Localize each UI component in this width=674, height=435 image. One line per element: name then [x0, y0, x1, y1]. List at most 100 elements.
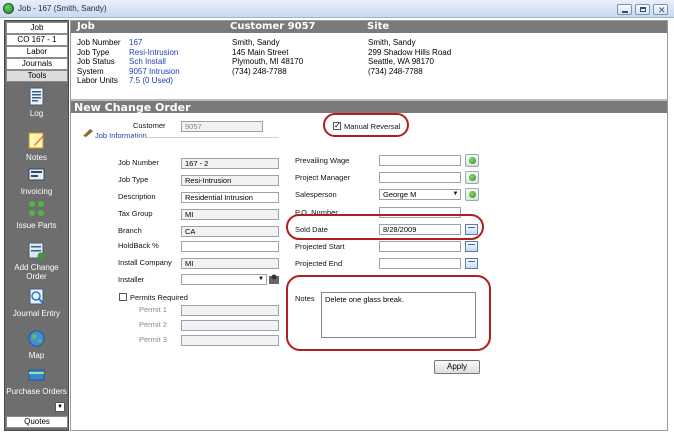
job-information-link[interactable]: Job Information: [95, 131, 147, 140]
permit-3-label: Permit 3: [139, 335, 167, 344]
manual-reversal-highlight: [323, 113, 409, 137]
job-number-field[interactable]: 167 - 2: [181, 158, 279, 169]
description-field-label: Description: [118, 192, 156, 201]
customer-field[interactable]: 9057: [181, 121, 263, 132]
install-company-field[interactable]: MI: [181, 258, 279, 269]
permits-required-label: Permits Required: [130, 293, 188, 302]
salesperson-label: Salesperson: [295, 190, 337, 199]
tab-labor[interactable]: Labor: [6, 46, 68, 58]
permit-2-field[interactable]: [181, 320, 279, 331]
site-address: 299 Shadow Hills Road: [368, 47, 452, 57]
log-icon: [29, 87, 44, 106]
projected-end-calendar-icon[interactable]: [465, 258, 478, 269]
install-company-field-label: Install Company: [118, 258, 172, 267]
tax-group-field[interactable]: MI: [181, 209, 279, 220]
branch-field-label: Branch: [118, 226, 142, 235]
add-change-order-icon: [28, 242, 45, 260]
sidebar-item-issue-parts[interactable]: Issue Parts: [5, 197, 68, 243]
job-type-field[interactable]: Resi-Intrusion: [181, 175, 279, 186]
installer-select[interactable]: [181, 274, 267, 285]
labor-units-value[interactable]: 7.5 (0 Used): [129, 76, 180, 86]
sidebar-scroll-down-button[interactable]: ▼: [55, 402, 65, 412]
salesperson-lookup-button[interactable]: [465, 188, 479, 201]
projected-start-field[interactable]: [379, 241, 461, 252]
customer-info: Smith, Sandy 145 Main Street Plymouth, M…: [232, 38, 303, 76]
job-header-title: Job: [77, 21, 95, 32]
projected-end-label: Projected End: [295, 259, 343, 268]
sidebar: Job CO 167 - 1 Labor Journals Tools Log …: [4, 20, 69, 431]
apply-button[interactable]: Apply: [434, 360, 480, 374]
holdback-field-label: HoldBack %: [118, 241, 159, 250]
tab-quotes[interactable]: Quotes: [6, 416, 68, 428]
site-phone: (734) 248-7788: [368, 66, 423, 76]
job-number-value[interactable]: 167: [129, 38, 180, 48]
job-info-values: 167 Resi-Intrusion Sch Install 9057 Intr…: [129, 38, 180, 86]
project-manager-lookup-button[interactable]: [465, 171, 479, 184]
tab-tools[interactable]: Tools: [6, 70, 68, 82]
job-status-label: Job Status: [77, 57, 115, 66]
prevailing-wage-field[interactable]: [379, 155, 461, 166]
sidebar-item-issue-parts-label: Issue Parts: [16, 221, 57, 230]
holdback-field[interactable]: [181, 241, 279, 252]
section-title: New Change Order: [71, 99, 667, 114]
sidebar-item-add-change-order[interactable]: Add Change Order: [5, 239, 68, 285]
globe-icon: [28, 330, 45, 347]
projected-start-calendar-icon[interactable]: [465, 241, 478, 252]
customer-name: Smith, Sandy: [232, 38, 280, 47]
prevailing-wage-label: Prevailing Wage: [295, 156, 350, 165]
sidebar-item-purchase-orders-label: Purchase Orders: [6, 387, 67, 396]
tab-change-order[interactable]: CO 167 - 1: [6, 34, 68, 46]
close-button[interactable]: ✕: [653, 4, 668, 15]
project-manager-field[interactable]: [379, 172, 461, 183]
sidebar-item-notes-label: Notes: [26, 153, 47, 162]
permit-1-field[interactable]: [181, 305, 279, 316]
system-value[interactable]: 9057 Intrusion: [129, 67, 180, 77]
installer-dropdown-arrow-icon[interactable]: ▼: [256, 275, 266, 284]
salesperson-select[interactable]: George M: [379, 189, 461, 200]
wrench-icon: [83, 129, 93, 137]
branch-field[interactable]: CA: [181, 226, 279, 237]
sidebar-item-journal-entry[interactable]: Journal Entry: [5, 285, 68, 331]
main-panel: Job Customer 9057 Site Job Number Job Ty…: [70, 20, 668, 431]
window-title: Job - 167 (Smith, Sandy): [18, 4, 107, 13]
person-lookup-icon[interactable]: [268, 273, 280, 285]
site-name: Smith, Sandy: [368, 38, 416, 47]
site-city: Seattle, WA 98170: [368, 57, 434, 66]
tab-journals[interactable]: Journals: [6, 58, 68, 70]
job-type-label: Job Type: [77, 47, 110, 57]
site-header-title: Site: [367, 21, 390, 32]
permit-3-field[interactable]: [181, 335, 279, 346]
sidebar-item-invoicing-label: Invoicing: [20, 187, 53, 196]
customer-address: 145 Main Street: [232, 47, 289, 57]
salesperson-dropdown-arrow-icon[interactable]: ▼: [451, 190, 460, 199]
customer-label: Customer: [133, 121, 166, 130]
description-field[interactable]: Residential Intrusion: [181, 192, 279, 203]
journal-entry-icon: [29, 288, 44, 305]
maximize-button[interactable]: [635, 4, 650, 15]
window-title-bar: Job - 167 (Smith, Sandy) ✕: [0, 0, 674, 18]
sidebar-item-map-label: Map: [28, 351, 45, 360]
permit-2-label: Permit 2: [139, 320, 167, 329]
customer-phone: (734) 248-7788: [232, 66, 287, 76]
issue-parts-icon: [29, 201, 44, 216]
job-type-value[interactable]: Resi-Intrusion: [129, 48, 180, 58]
permits-required-checkbox[interactable]: [119, 293, 127, 301]
sold-date-highlight: [286, 214, 484, 240]
sidebar-item-log[interactable]: Log: [5, 85, 68, 131]
installer-field-label: Installer: [118, 275, 145, 284]
prevailing-wage-lookup-button[interactable]: [465, 154, 479, 167]
invoicing-icon: [28, 168, 45, 181]
job-info-labels: Job Number Job Type Job Status System La…: [77, 38, 121, 86]
job-header: Job Customer 9057 Site: [71, 21, 667, 33]
job-number-label: Job Number: [77, 38, 121, 47]
app-icon: [3, 3, 14, 14]
site-info: Smith, Sandy 299 Shadow Hills Road Seatt…: [368, 38, 451, 76]
minimize-button[interactable]: [617, 4, 632, 15]
tab-job[interactable]: Job: [6, 22, 68, 34]
sidebar-item-add-change-order-label: Add Change Order: [14, 263, 59, 281]
job-status-value[interactable]: Sch Install: [129, 57, 180, 67]
system-label: System: [77, 66, 104, 76]
projected-end-field[interactable]: [379, 258, 461, 269]
job-information-divider: [133, 137, 279, 138]
customer-city: Plymouth, MI 48170: [232, 57, 304, 66]
